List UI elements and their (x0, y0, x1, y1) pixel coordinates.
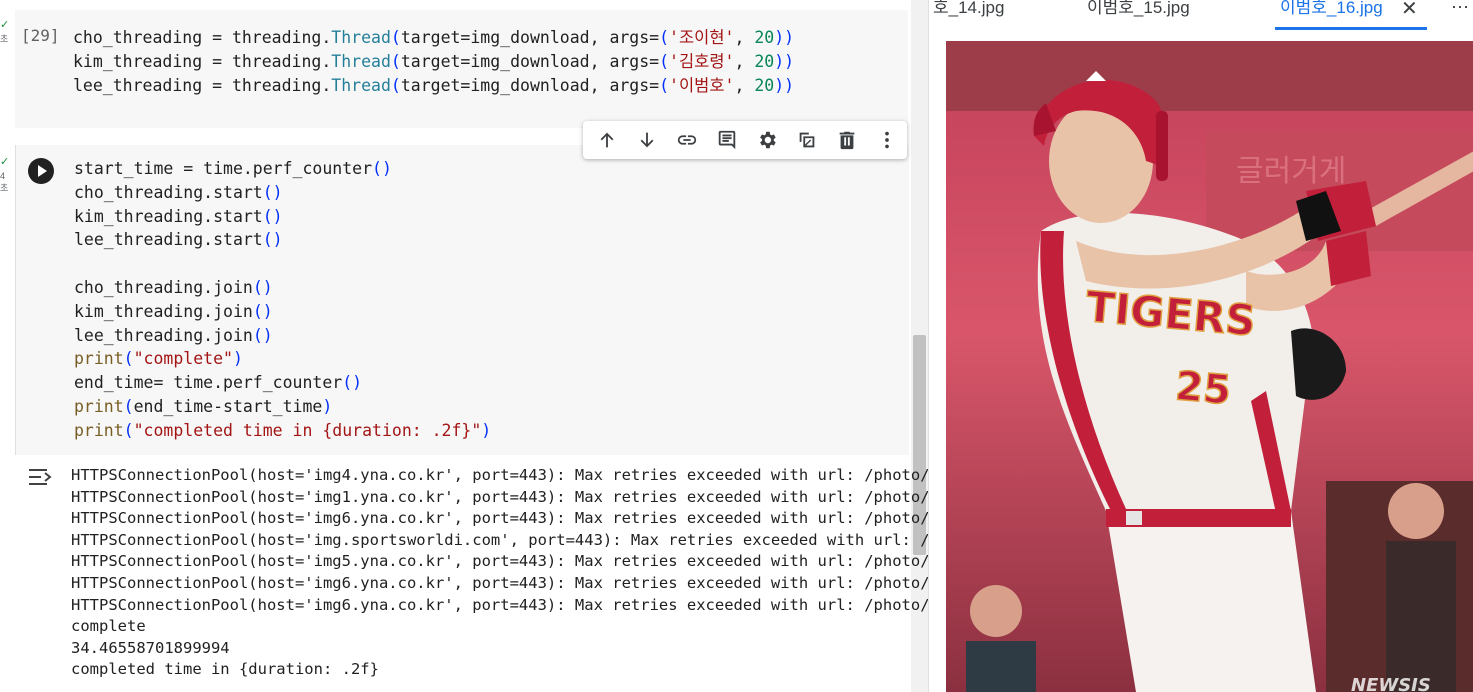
add-comment-button[interactable] (707, 121, 747, 159)
code-token: ) (774, 76, 785, 95)
code-token: ( (659, 52, 670, 71)
code-token: ( (659, 28, 670, 47)
trash-icon (839, 131, 855, 150)
output-line: HTTPSConnectionPool(host='img6.yna.co.kr… (71, 509, 928, 528)
code-token: target=img_download, args= (400, 52, 660, 71)
arrow-down-icon (640, 132, 654, 148)
code-token: cho_threading = threading. (73, 28, 332, 47)
cell-run-status-icon: ✓ (0, 19, 10, 31)
more-actions-button[interactable] (867, 121, 907, 159)
code-token: target=img_download, args= (400, 76, 660, 95)
code-cell-1[interactable]: [29] cho_threading = threading.Thread(ta… (15, 10, 908, 128)
code-token: ( (659, 76, 670, 95)
code-token: , (734, 52, 755, 71)
code-token: 20 (754, 76, 775, 95)
output-line: HTTPSConnectionPool(host='img6.yna.co.kr… (71, 574, 928, 592)
active-tab-indicator (1275, 27, 1427, 30)
code-line: lee_threading.start() (74, 230, 283, 250)
code-token: ( (390, 76, 401, 95)
code-token: ( (390, 52, 401, 71)
code-token: ) (774, 28, 785, 47)
code-line: print("complete") (74, 349, 243, 369)
output-line: 34.46558701899994 (71, 638, 230, 657)
code-token: ) (784, 52, 795, 71)
arrow-up-icon (600, 132, 614, 148)
code-line: print(end_time-start_time) (74, 397, 333, 416)
comment-icon (718, 130, 736, 150)
cell-toolbar (583, 121, 907, 159)
cell-run-time-value: 4 (0, 171, 6, 181)
cell-run-status-icon: ✓ (0, 156, 10, 168)
code-line: start_time = time.perf_counter() (74, 159, 392, 178)
more-tabs-icon[interactable]: ⋯ (1451, 0, 1470, 18)
code-cell-2[interactable]: start_time = time.perf_counter() cho_thre… (15, 145, 909, 455)
code-token: 20 (754, 28, 775, 47)
jersey-number: 25 (1173, 363, 1232, 414)
code-token: ( (390, 28, 401, 47)
svg-text:글러거게: 글러거게 (1236, 154, 1346, 189)
code-token: , (734, 76, 755, 95)
run-cell-button[interactable] (28, 158, 54, 184)
mirror-icon (799, 132, 815, 148)
code-line: kim_threading.start() (74, 206, 283, 226)
tab-image-14[interactable]: 호_14.jpg (933, 0, 1004, 30)
code-line: cho_threading.start() (74, 182, 283, 202)
code-token: lee_threading = threading. (73, 76, 332, 95)
cell-settings-button[interactable] (747, 121, 787, 159)
code-line: cho_threading = threading.Thread(target=… (73, 24, 794, 48)
mirror-cell-button[interactable] (787, 121, 827, 159)
cell-run-time-unit: 초 (0, 183, 9, 193)
photo-watermark: NEWSIS (1351, 675, 1431, 692)
output-line: HTTPSConnectionPool(host='img4.yna.co.kr… (71, 466, 928, 484)
code-line: cho_threading.join() (74, 278, 273, 297)
baseball-player-photo: 글러거게 TIGERS 25 NEWSIS (946, 41, 1473, 692)
execution-count: [29] (21, 26, 60, 45)
move-cell-up-button[interactable] (587, 121, 627, 159)
code-line: print("completed time in {duration: .2f}… (74, 420, 492, 440)
more-vert-icon (885, 131, 889, 149)
code-token: ) (784, 28, 795, 47)
output-line: HTTPSConnectionPool(host='img1.yna.co.kr… (71, 487, 928, 506)
output-line: HTTPSConnectionPool(host='img.sportsworl… (71, 530, 928, 549)
code-line: kim_threading = threading.Thread(target=… (73, 48, 794, 72)
delete-cell-button[interactable] (827, 121, 867, 159)
output-line: HTTPSConnectionPool(host='img5.yna.co.kr… (71, 552, 928, 571)
cell-run-time-unit: 초 (0, 34, 9, 44)
code-token: ) (784, 76, 795, 95)
code-token: Thread (331, 76, 391, 95)
image-viewer-panel: 호_14.jpg 이범호_15.jpg 이범호_16.jpg ✕ ⋯ 글러거게 (928, 0, 1473, 692)
code-token: '조이현' (669, 28, 735, 47)
copy-link-button[interactable] (667, 121, 707, 159)
output-line: HTTPSConnectionPool(host='img6.yna.co.kr… (71, 595, 928, 614)
code-token: target=img_download, args= (400, 28, 660, 47)
output-actions-icon[interactable] (27, 466, 55, 488)
code-token: '김호령' (669, 52, 735, 71)
link-icon (677, 135, 697, 145)
code-token: , (734, 28, 755, 47)
code-token: '이범호' (669, 76, 735, 95)
file-tabs: 호_14.jpg 이범호_15.jpg 이범호_16.jpg ✕ ⋯ (929, 0, 1473, 30)
cell-output: HTTPSConnectionPool(host='img4.yna.co.kr… (15, 458, 928, 692)
code-line: end_time= time.perf_counter() (74, 373, 363, 393)
gear-icon (760, 131, 776, 149)
tab-image-16[interactable]: 이범호_16.jpg (1280, 0, 1383, 30)
close-tab-icon[interactable]: ✕ (1401, 0, 1418, 21)
code-line: lee_threading = threading.Thread(target=… (73, 72, 794, 96)
output-line: completed time in {duration: .2f} (71, 660, 379, 679)
code-token: ) (774, 52, 785, 71)
move-cell-down-button[interactable] (627, 121, 667, 159)
code-line: kim_threading.join() (74, 301, 273, 321)
tab-image-15[interactable]: 이범호_15.jpg (1087, 0, 1190, 30)
code-token: Thread (331, 28, 391, 47)
output-line: complete (71, 617, 146, 636)
code-token: 20 (754, 52, 775, 71)
code-token: kim_threading = threading. (73, 52, 332, 71)
notebook-panel: ✓ 초 ✓ 4 초 [29] cho_threading = threading… (0, 0, 928, 692)
code-line: lee_threading.join() (74, 325, 273, 345)
code-token: Thread (331, 52, 391, 71)
